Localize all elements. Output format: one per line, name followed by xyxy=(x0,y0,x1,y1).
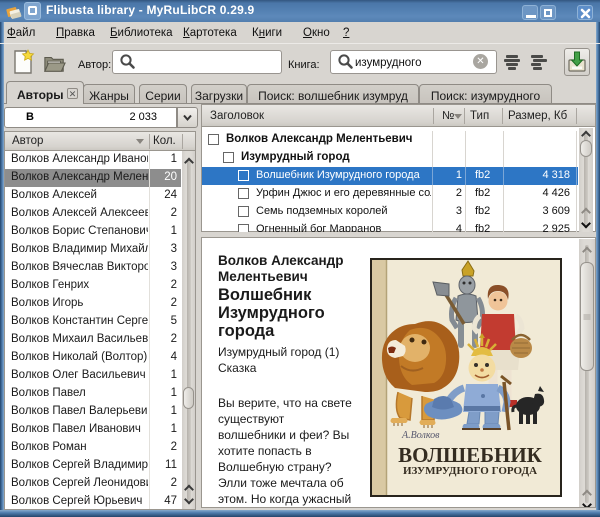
svg-text:ВОЛШЕБНИК: ВОЛШЕБНИК xyxy=(398,443,543,467)
svg-text:А.Волков: А.Волков xyxy=(401,430,440,441)
svg-text:ИЗУМРУДНОГО ГОРОДА: ИЗУМРУДНОГО ГОРОДА xyxy=(403,465,537,477)
